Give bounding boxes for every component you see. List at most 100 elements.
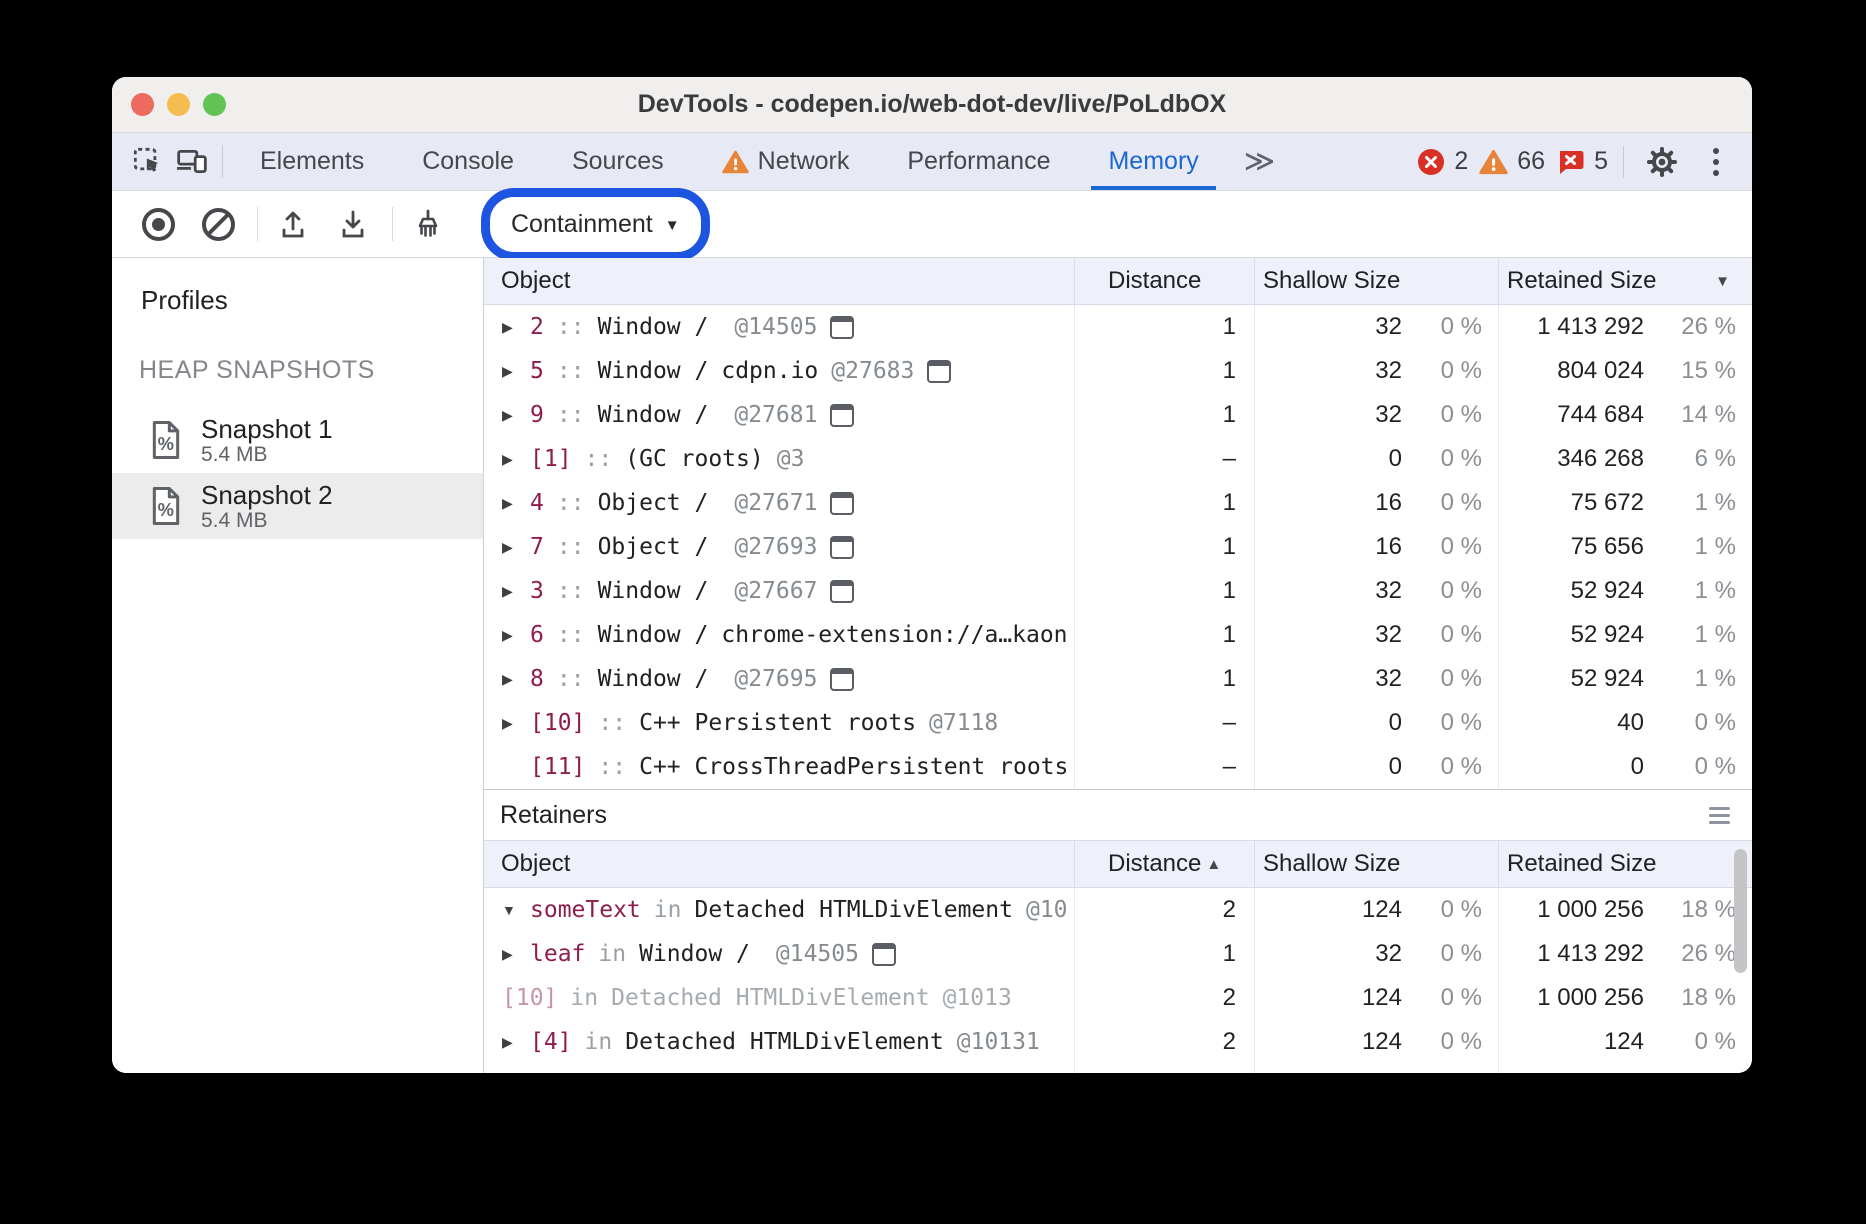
retainers-header-bar: Retainers — [484, 789, 1752, 840]
status-badges: 2 66 5 — [1417, 133, 1752, 190]
heap-snapshot-panel: Object Distance Shallow Size Retained Si… — [484, 258, 1752, 1073]
expander-icon[interactable]: ▼ — [502, 902, 530, 918]
column-header-object[interactable]: Object — [484, 258, 1075, 304]
expander-icon[interactable]: ▶ — [502, 715, 530, 732]
window-frame-icon — [830, 580, 854, 603]
table-row[interactable]: ▶ 5::Window /cdpn.io@27683 1 320 % 804 0… — [484, 349, 1752, 393]
window-frame-icon — [927, 360, 951, 383]
table-row[interactable]: ▶ leafinWindow /@14505 1 320 % 1 413 292… — [484, 932, 1752, 976]
profiles-sidebar: Profiles HEAP SNAPSHOTS % Snapshot 1 5.4… — [112, 258, 484, 1073]
sort-ascending-icon: ▲ — [1206, 856, 1221, 873]
warning-icon — [1479, 149, 1508, 175]
heap-table-rows: ▶ 2::Window /@14505 1 320 % 1 413 29226 … — [484, 305, 1752, 789]
retainers-title: Retainers — [500, 801, 607, 830]
warning-icon — [722, 150, 749, 174]
kebab-menu-icon[interactable] — [1696, 148, 1736, 176]
expander-icon[interactable]: ▶ — [502, 363, 530, 380]
table-row[interactable]: ▶ [4]inDetached HTMLDivElement@10131 2 1… — [484, 1020, 1752, 1064]
column-header-distance[interactable]: Distance — [1075, 258, 1255, 304]
tab-bar: Elements Console Sources Network Perform… — [112, 133, 1752, 191]
expander-icon[interactable]: ▶ — [502, 671, 530, 688]
table-row[interactable]: ▶ [10]::C++ Persistent roots@7118 – 00 %… — [484, 701, 1752, 745]
window-frame-icon — [830, 316, 854, 339]
table-row[interactable]: ▶ 2::Window /@14505 1 320 % 1 413 29226 … — [484, 305, 1752, 349]
expander-icon[interactable]: ▶ — [502, 407, 530, 424]
sidebar-item-snapshot-2[interactable]: % Snapshot 2 5.4 MB — [112, 473, 483, 539]
retainers-table-rows: ▼ someTextinDetached HTMLDivElement@10 2… — [484, 888, 1752, 1073]
perspective-dropdown[interactable]: Containment ▼ — [495, 200, 696, 249]
expander-icon[interactable]: ▶ — [502, 319, 530, 336]
tab-console[interactable]: Console — [393, 133, 543, 190]
snapshot-file-icon: % — [149, 420, 183, 460]
inspect-element-icon[interactable] — [126, 133, 170, 190]
title-bar: DevTools - codepen.io/web-dot-dev/live/P… — [112, 77, 1752, 133]
issues-icon — [1556, 148, 1585, 176]
table-row[interactable]: ▶ 4::Object /@27671 1 160 % 75 6721 % — [484, 481, 1752, 525]
tab-elements[interactable]: Elements — [231, 133, 393, 190]
table-row[interactable]: ▶ [1]::(GC roots)@3 – 00 % 346 2686 % — [484, 437, 1752, 481]
warning-badge[interactable]: 66 — [1479, 147, 1545, 176]
expander-icon[interactable]: ▶ — [502, 627, 530, 644]
column-header-shallow-size[interactable]: Shallow Size — [1255, 841, 1499, 887]
snapshot-size: 5.4 MB — [201, 509, 333, 532]
tab-performance[interactable]: Performance — [878, 133, 1079, 190]
snapshot-name: Snapshot 1 — [201, 415, 333, 443]
table-row[interactable]: ▶ 3::Window /@27667 1 320 % 52 9241 % — [484, 569, 1752, 613]
chevron-down-icon: ▼ — [665, 214, 680, 234]
column-header-object[interactable]: Object — [484, 841, 1075, 887]
column-header-retained-size[interactable]: Retained Size — [1499, 841, 1752, 887]
toolbar-divider — [392, 207, 393, 241]
devtools-window: DevTools - codepen.io/web-dot-dev/live/P… — [112, 77, 1752, 1073]
heap-snapshots-section-label: HEAP SNAPSHOTS — [139, 356, 483, 385]
svg-text:%: % — [158, 433, 174, 454]
error-badge[interactable]: 2 — [1417, 147, 1468, 176]
table-row-clipped[interactable]: [1]inDetached HTMLDivElement — [484, 1064, 1752, 1073]
clean-garbage-broom-icon[interactable] — [405, 201, 451, 247]
expander-icon[interactable]: ▶ — [502, 583, 530, 600]
settings-gear-icon[interactable] — [1639, 139, 1685, 185]
column-header-distance[interactable]: Distance ▲ — [1075, 841, 1255, 887]
table-row[interactable]: [10]inDetached HTMLDivElement@1013 2 124… — [484, 976, 1752, 1020]
load-profile-icon[interactable] — [270, 201, 316, 247]
retainers-table-header: Object Distance ▲ Shallow Size Retained … — [484, 840, 1752, 888]
issues-badge[interactable]: 5 — [1556, 147, 1608, 176]
table-row[interactable]: ▶ 7::Object /@27693 1 160 % 75 6561 % — [484, 525, 1752, 569]
error-icon — [1417, 148, 1445, 176]
device-toolbar-icon[interactable] — [170, 133, 214, 190]
table-row[interactable]: ▼ someTextinDetached HTMLDivElement@10 2… — [484, 888, 1752, 932]
snapshot-name: Snapshot 2 — [201, 481, 333, 509]
svg-text:%: % — [158, 499, 174, 520]
clear-profiles-button[interactable] — [195, 201, 241, 247]
tab-network[interactable]: Network — [693, 133, 879, 190]
sidebar-item-snapshot-1[interactable]: % Snapshot 1 5.4 MB — [112, 407, 483, 473]
window-frame-icon — [830, 536, 854, 559]
expander-icon[interactable]: ▶ — [502, 451, 530, 468]
window-title: DevTools - codepen.io/web-dot-dev/live/P… — [112, 90, 1752, 119]
table-row[interactable]: ▶ 6::Window /chrome-extension://a…kaon 1… — [484, 613, 1752, 657]
sidebar-title: Profiles — [141, 285, 483, 316]
badges-divider — [1623, 146, 1624, 178]
tab-memory[interactable]: Memory — [1079, 133, 1227, 190]
tabbar-divider — [222, 145, 223, 178]
tab-sources[interactable]: Sources — [543, 133, 693, 190]
table-row[interactable]: ▶ 9::Window /@27681 1 320 % 744 68414 % — [484, 393, 1752, 437]
save-profile-icon[interactable] — [330, 201, 376, 247]
table-row[interactable]: ▶ 8::Window /@27695 1 320 % 52 9241 % — [484, 657, 1752, 701]
window-frame-icon — [830, 404, 854, 427]
expander-icon[interactable]: ▶ — [502, 495, 530, 512]
column-header-retained-size[interactable]: Retained Size ▼ — [1499, 258, 1752, 304]
retainers-scrollbar-thumb[interactable] — [1734, 849, 1747, 973]
more-tabs-icon[interactable]: ≫ — [1234, 133, 1285, 190]
retainers-menu-icon[interactable] — [1709, 807, 1730, 824]
heap-table-header: Object Distance Shallow Size Retained Si… — [484, 258, 1752, 305]
column-header-shallow-size[interactable]: Shallow Size — [1255, 258, 1499, 304]
record-heap-snapshot-button[interactable] — [135, 201, 181, 247]
expander-icon[interactable]: ▶ — [502, 946, 530, 963]
expander-icon[interactable]: ▶ — [502, 1034, 530, 1051]
toolbar-divider — [257, 207, 258, 241]
snapshot-size: 5.4 MB — [201, 443, 333, 466]
window-frame-icon — [872, 943, 896, 966]
expander-icon[interactable]: ▶ — [502, 539, 530, 556]
table-row[interactable]: [11]::C++ CrossThreadPersistent roots – … — [484, 745, 1752, 789]
snapshot-file-icon: % — [149, 486, 183, 526]
